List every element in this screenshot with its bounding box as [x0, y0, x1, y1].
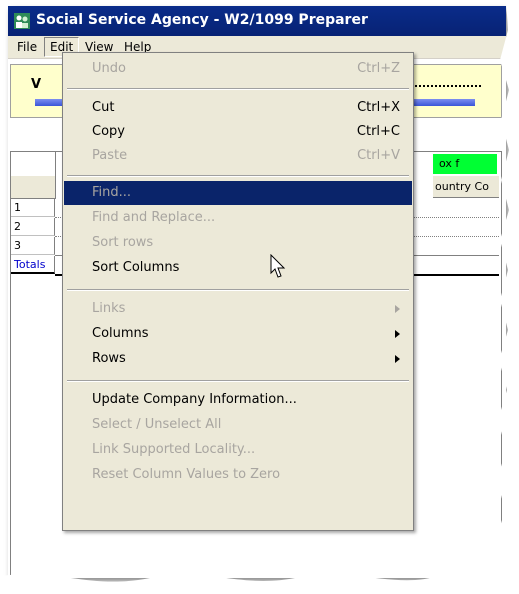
- window-title: Social Service Agency - W2/1099 Preparer: [36, 12, 368, 28]
- menu-item-columns[interactable]: Columns: [64, 322, 412, 346]
- chevron-right-icon: [395, 305, 400, 313]
- chevron-right-icon: [395, 355, 400, 363]
- menu-item-copy[interactable]: Copy Ctrl+C: [64, 120, 412, 144]
- menu-separator: [67, 175, 409, 177]
- menu-item-label: Find and Replace...: [92, 210, 216, 225]
- menu-item-label: Find...: [92, 185, 132, 200]
- menu-item-label: Sort Columns: [92, 260, 180, 275]
- menu-item-label: Reset Column Values to Zero: [92, 467, 281, 482]
- menu-item-shortcut: Ctrl+V: [357, 148, 400, 163]
- column-header[interactable]: ountry Co: [433, 176, 499, 198]
- menu-item-shortcut: Ctrl+C: [356, 124, 400, 139]
- totals-label: Totals: [11, 256, 55, 274]
- grid-corner: [11, 152, 56, 177]
- menu-item-label: Rows: [92, 351, 126, 366]
- menu-item-label: Update Company Information...: [92, 392, 297, 407]
- menu-item-shortcut: Ctrl+Z: [357, 61, 400, 76]
- grid-header-cell: [11, 176, 56, 199]
- menu-item-rows[interactable]: Rows: [64, 347, 412, 371]
- menu-item-reset-columns[interactable]: Reset Column Values to Zero: [64, 463, 412, 487]
- menu-item-sort-columns[interactable]: Sort Columns: [64, 256, 412, 280]
- title-bar[interactable]: Social Service Agency - W2/1099 Preparer: [8, 6, 506, 36]
- column-tab[interactable]: ox f: [433, 154, 497, 174]
- menu-file[interactable]: File: [12, 38, 42, 56]
- menu-item-label: Paste: [92, 148, 128, 163]
- menu-separator: [67, 289, 409, 291]
- menu-item-shortcut: Ctrl+X: [357, 100, 400, 115]
- menu-item-label: Links: [92, 301, 126, 316]
- menu-item-find[interactable]: Find...: [64, 181, 412, 205]
- menu-item-label: Link Supported Locality...: [92, 442, 256, 457]
- app-window: Social Service Agency - W2/1099 Preparer…: [8, 6, 506, 578]
- menu-item-sort-rows[interactable]: Sort rows: [64, 231, 412, 255]
- edit-menu: Undo Ctrl+Z Cut Ctrl+X Copy Ctrl+C Paste…: [62, 52, 414, 531]
- menu-item-label: Cut: [92, 100, 115, 115]
- menu-separator: [67, 380, 409, 382]
- chevron-right-icon: [395, 330, 400, 338]
- menu-item-undo[interactable]: Undo Ctrl+Z: [64, 57, 412, 81]
- row-header[interactable]: 3: [11, 237, 55, 255]
- menu-item-paste[interactable]: Paste Ctrl+V: [64, 144, 412, 168]
- row-header[interactable]: 1: [11, 199, 55, 217]
- menu-item-links[interactable]: Links: [64, 297, 412, 321]
- menu-item-label: Undo: [92, 61, 126, 76]
- menu-item-cut[interactable]: Cut Ctrl+X: [64, 96, 412, 120]
- menu-item-update-company[interactable]: Update Company Information...: [64, 388, 412, 412]
- row-header[interactable]: 2: [11, 218, 55, 236]
- menu-item-select-unselect[interactable]: Select / Unselect All: [64, 413, 412, 437]
- menu-separator: [67, 88, 409, 90]
- people-icon: [14, 13, 30, 29]
- menu-item-link-locality[interactable]: Link Supported Locality...: [64, 438, 412, 462]
- menu-item-label: Columns: [92, 326, 149, 341]
- menu-item-label: Sort rows: [92, 235, 154, 250]
- mouse-pointer-icon: [270, 254, 286, 278]
- menu-item-label: Copy: [92, 124, 125, 139]
- banner-text: V: [31, 77, 42, 92]
- menu-item-label: Select / Unselect All: [92, 417, 222, 432]
- menu-item-find-replace[interactable]: Find and Replace...: [64, 206, 412, 230]
